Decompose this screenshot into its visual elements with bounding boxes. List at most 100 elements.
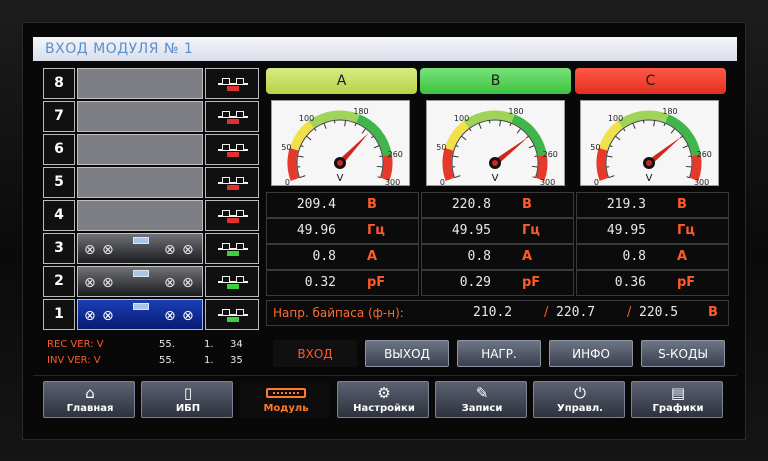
rec-version-major: 55. [159, 339, 175, 350]
pf-c-cell: 0.36 pF [576, 270, 729, 296]
gauge-unit-label: V [337, 173, 344, 184]
gauge-tick-label: 100 [608, 114, 623, 123]
unit-pf: pF [522, 275, 541, 290]
module-slot-empty[interactable] [77, 167, 203, 198]
gauge-hub-center [492, 160, 498, 166]
pf-b: 0.29 [459, 275, 491, 290]
gauge-dial: 0 50 100 180 260 300 V [436, 107, 558, 185]
module-row-2[interactable]: 2 ⊗ ⊗ ⊗ ⊗ [43, 266, 259, 297]
module-row-1[interactable]: 1 ⊗ ⊗ ⊗ ⊗ [43, 299, 259, 330]
module-number: 2 [43, 266, 75, 297]
gauge-unit-label: V [492, 173, 499, 184]
module-state [205, 68, 259, 99]
gauge-tick [685, 165, 692, 168]
module-state [205, 299, 259, 330]
frequency-a-cell: 49.96 Гц [266, 218, 419, 244]
pf-a: 0.32 [304, 275, 336, 290]
gauge-tick-label: 180 [508, 107, 523, 116]
separator: / [627, 305, 632, 320]
bypass-voltage-row: Напр. байпаса (ф-н): 210.2 / 220.7 / 220… [266, 300, 729, 326]
module-row-5[interactable]: 5 [43, 167, 259, 198]
module-row-8[interactable]: 8 [43, 68, 259, 99]
frequency-a: 49.96 [296, 223, 336, 238]
nav-home-button[interactable]: ⌂ Главная [43, 381, 135, 418]
power-icon: ⏻ [574, 384, 586, 402]
fan-icon: ⊗ [102, 242, 114, 258]
nav-module-button[interactable]: Модуль [239, 381, 331, 418]
module-slot-active[interactable]: ⊗ ⊗ ⊗ ⊗ [77, 233, 203, 264]
bypass-voltage-c: 220.5 [639, 305, 679, 320]
module-number: 1 [43, 299, 75, 330]
readings-table: 209.4 В 49.96 Гц 0.8 А 0.32 pF 220.8 В 49.95 Г… [266, 192, 729, 297]
module-slot-empty[interactable] [77, 134, 203, 165]
gauge-tick [608, 175, 615, 179]
nav-settings-button[interactable]: ⚙ Настройки [337, 381, 429, 418]
voltage-gauge-a: 0 50 100 180 260 300 V [271, 100, 410, 186]
tab-load[interactable]: НАГР. [457, 340, 541, 367]
nav-graphs-button[interactable]: ▤ Графики [631, 381, 723, 418]
fan-icon: ⊗ [182, 275, 194, 291]
nav-records-button[interactable]: ✎ Записи [435, 381, 527, 418]
nav-ups-button[interactable]: ▯ ИБП [141, 381, 233, 418]
module-row-7[interactable]: 7 [43, 101, 259, 132]
unit-current: А [677, 249, 688, 264]
module-number: 4 [43, 200, 75, 231]
module-number: 7 [43, 101, 75, 132]
fan-icon: ⊗ [164, 242, 176, 258]
gauge-tick [679, 135, 683, 139]
module-number: 5 [43, 167, 75, 198]
gauge-tick-label: 0 [440, 178, 445, 185]
module-slot-empty[interactable] [77, 200, 203, 231]
module-row-4[interactable]: 4 [43, 200, 259, 231]
gauge-tick [376, 165, 383, 168]
module-slot-selected[interactable]: ⊗ ⊗ ⊗ ⊗ [77, 299, 203, 330]
nav-control-button[interactable]: ⏻ Управл. [533, 381, 625, 418]
breaker-off-icon [218, 76, 248, 92]
gauge-tick [323, 122, 327, 129]
rec-version: REC VER: V 55. 1. 34 [47, 337, 257, 352]
gauge-tick [499, 120, 501, 127]
module-slot-empty[interactable] [77, 101, 203, 132]
gauge-tick [686, 176, 690, 179]
module-slot-empty[interactable] [77, 68, 203, 99]
module-number: 6 [43, 134, 75, 165]
voltage-gauge-b: 0 50 100 180 260 300 V [426, 100, 565, 186]
frequency-c: 49.95 [606, 223, 646, 238]
unit-frequency: Гц [367, 223, 385, 238]
frequency-b: 49.95 [451, 223, 491, 238]
unit-pf: pF [367, 275, 386, 290]
current-c: 0.8 [622, 249, 646, 264]
gauge-band [287, 147, 300, 181]
breaker-off-icon [218, 109, 248, 125]
gauge-tick [516, 128, 522, 134]
module-row-6[interactable]: 6 [43, 134, 259, 165]
fan-icon: ⊗ [164, 308, 176, 324]
gauge-tick [622, 128, 626, 132]
tab-output[interactable]: ВЫХОД [365, 340, 449, 367]
gauge-tick-label: 100 [454, 114, 469, 123]
current-b-cell: 0.8 А [421, 244, 574, 270]
gauge-tick-label: 260 [388, 150, 403, 159]
rec-version-label: REC VER: V [47, 339, 104, 350]
bypass-unit: В [708, 305, 718, 320]
gauge-hub-center [337, 160, 343, 166]
module-slot-active[interactable]: ⊗ ⊗ ⊗ ⊗ [77, 266, 203, 297]
inv-version-minor: 1. [204, 355, 214, 366]
gauge-tick-label: 300 [385, 178, 400, 185]
module-icon [240, 385, 332, 402]
voltage-c: 219.3 [606, 197, 646, 212]
gauge-tick [663, 122, 666, 127]
nav-label: ИБП [175, 403, 201, 414]
voltage-b-cell: 220.8 В [421, 192, 574, 218]
bypass-voltage-b: 220.7 [556, 305, 596, 320]
gauge-tick [306, 135, 312, 141]
phase-c-header: C [575, 68, 726, 94]
tab-s-codes[interactable]: S-КОДЫ [641, 340, 725, 367]
fan-icon: ⊗ [182, 242, 194, 258]
tab-info[interactable]: ИНФО [549, 340, 633, 367]
module-row-3[interactable]: 3 ⊗ ⊗ ⊗ ⊗ [43, 233, 259, 264]
fan-icon: ⊗ [84, 275, 96, 291]
tab-input[interactable]: ВХОД [273, 340, 357, 367]
voltage-gauge-c: 0 50 100 180 260 300 V [580, 100, 719, 186]
pf-c: 0.36 [614, 275, 646, 290]
